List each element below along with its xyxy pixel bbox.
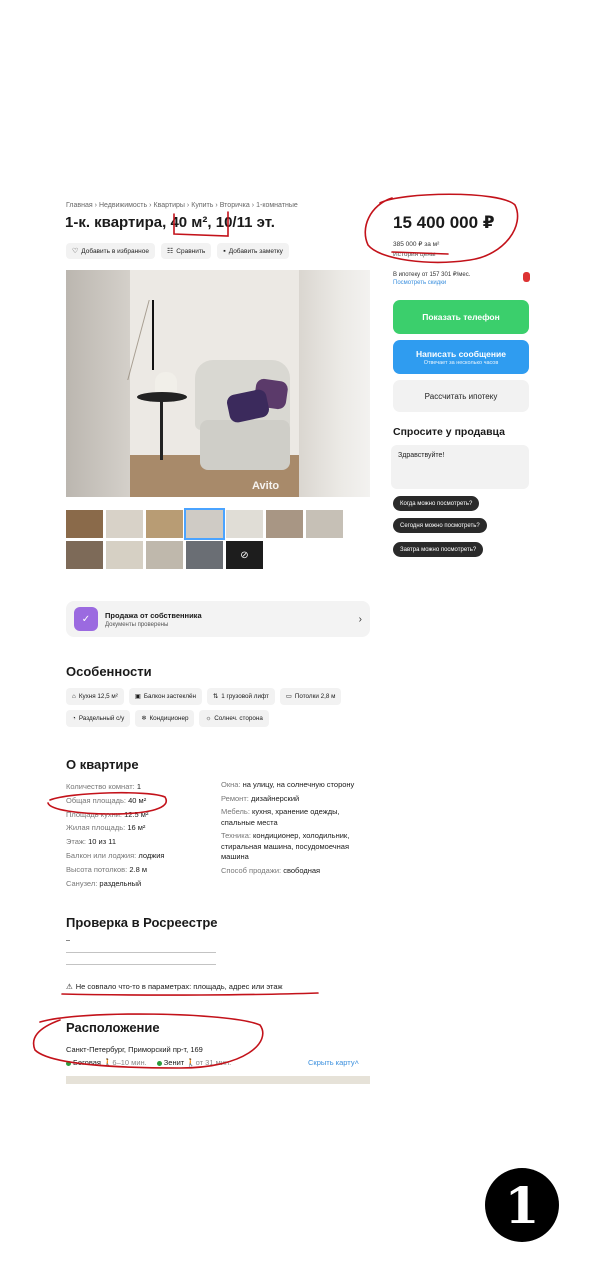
annotation-price-underline — [391, 251, 449, 255]
annotation-about-ellipse — [47, 791, 168, 815]
annotation-price-ellipse — [364, 193, 519, 264]
page-number-badge: 1 — [485, 1168, 559, 1242]
annotation-area-box — [173, 211, 229, 237]
annotation-layer — [32, 193, 519, 1069]
annotation-location-ellipse — [32, 1013, 264, 1069]
annotation-warning-underline — [61, 992, 319, 996]
